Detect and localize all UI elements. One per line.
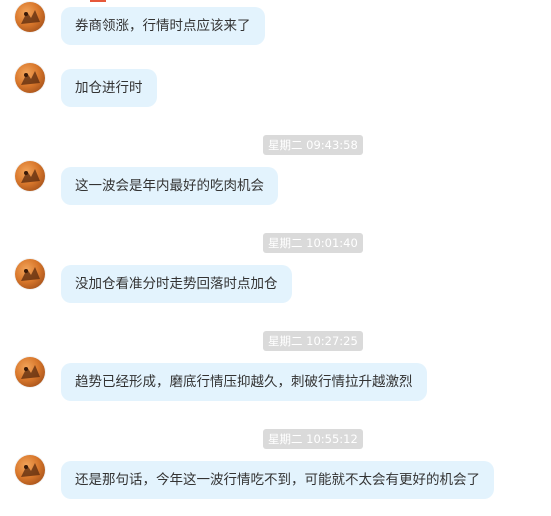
sender-avatar[interactable]	[15, 259, 45, 289]
message-bubble[interactable]: 还是那句话，今年这一波行情吃不到，可能就不太会有更好的机会了	[61, 461, 494, 499]
message-bubble[interactable]: 加仓进行时	[61, 69, 157, 107]
message-bubble[interactable]: 没加仓看准分时走势回落时点加仓	[61, 265, 292, 303]
avatar-icon	[21, 71, 40, 85]
avatar-icon	[21, 169, 40, 183]
message-timestamp: 星期二 10:55:12	[263, 429, 363, 449]
sender-avatar[interactable]	[15, 161, 45, 191]
sender-avatar[interactable]	[15, 63, 45, 93]
message-bubble[interactable]: 这一波会是年内最好的吃肉机会	[61, 167, 278, 205]
message-timestamp: 星期二 10:27:25	[263, 331, 363, 351]
avatar-icon	[21, 463, 40, 477]
message-timestamp: 星期二 09:43:58	[263, 135, 363, 155]
message-bubble[interactable]: 趋势已经形成，磨底行情压抑越久，刺破行情拉升越激烈	[61, 363, 427, 401]
active-tab-indicator	[90, 0, 106, 2]
avatar-icon	[21, 365, 40, 379]
message-bubble[interactable]: 券商领涨，行情时点应该来了	[61, 7, 265, 45]
message-timestamp: 星期二 10:01:40	[263, 233, 363, 253]
avatar-icon	[21, 267, 40, 281]
avatar-icon	[21, 10, 40, 24]
sender-avatar[interactable]	[15, 2, 45, 32]
sender-avatar[interactable]	[15, 357, 45, 387]
sender-avatar[interactable]	[15, 455, 45, 485]
